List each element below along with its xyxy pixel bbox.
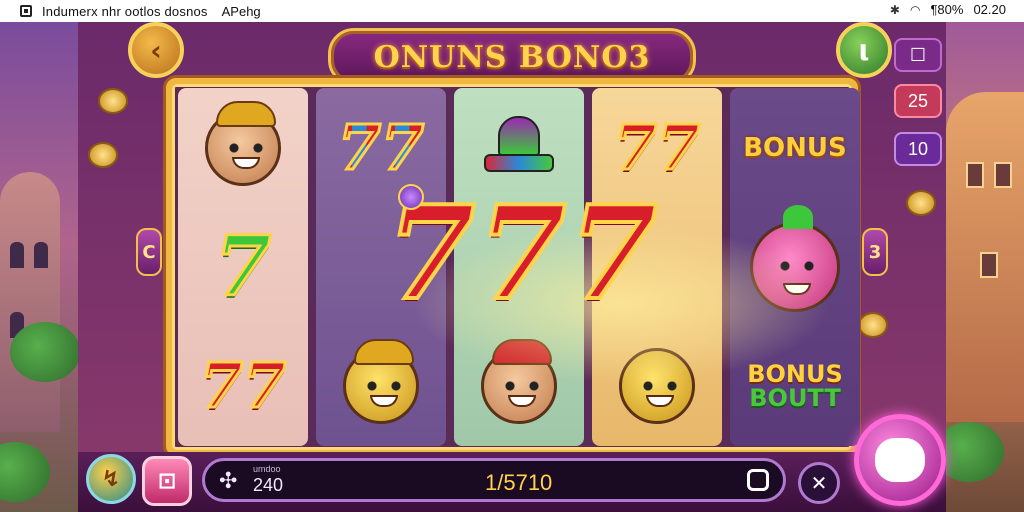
winning-sevens: 7 7 7 [332, 184, 712, 324]
reel-frame: 7 7 7 7 7 7 7 BONUS BONUS BOUTT 7 7 7 [166, 78, 860, 456]
info-button[interactable]: ι [836, 22, 892, 78]
seven-symbol-big: 7 [567, 179, 660, 329]
left-scenery [0, 22, 80, 512]
account-label: APehg [221, 3, 261, 19]
seven-symbol: 7 [612, 110, 658, 184]
gem-icon [398, 184, 424, 210]
app-title: Indumerx nhr ootlos dosnos [42, 3, 208, 19]
app-icon [20, 5, 32, 17]
house-illustration [946, 92, 1024, 422]
coin-decoration [98, 88, 128, 114]
slot-machine: ‹ ONUNS BONO3 ι ☐ 25 10 C 3 7 7 7 7 7 7 … [78, 22, 946, 512]
symbol-gold-hat-face [326, 336, 436, 436]
right-scenery [934, 22, 1024, 512]
bet-label: umdoo [253, 464, 281, 474]
bonus-bout-symbol: BONUS BOUTT [747, 362, 843, 410]
window-decoration [34, 242, 48, 268]
bet-win-panel: ✣ umdoo 240 1/5710 [202, 458, 786, 502]
bonus-symbol: BONUS [743, 132, 847, 163]
bonus-bout-line2: BOUTT [749, 384, 841, 413]
stop-icon[interactable] [747, 469, 769, 491]
reel-1: 7 7 7 [178, 88, 308, 446]
seven-symbol: 7 [379, 110, 425, 184]
paytable-button[interactable]: ⊡ [142, 456, 192, 506]
seven-symbol: 7 [241, 349, 287, 423]
menu-icon: ☐ [909, 44, 927, 65]
seven-symbol: 7 [655, 110, 701, 184]
tower-illustration [0, 172, 60, 432]
coin-decoration [906, 190, 936, 216]
bluetooth-icon: ✱ [889, 2, 900, 17]
turbo-button[interactable]: ✕ [798, 462, 840, 504]
window-decoration [10, 242, 24, 268]
autoplay-icon: ↯ [101, 466, 121, 492]
coin-decoration [88, 142, 118, 168]
bet-value: 240 [253, 475, 284, 495]
wild-hat-icon [484, 115, 554, 180]
game-title: ONUNS BONO3 [373, 39, 651, 75]
badge-value: 10 [907, 138, 929, 159]
seven-symbol: 7 [213, 218, 273, 315]
symbol-bonus: BONUS [740, 98, 850, 198]
window-decoration [980, 252, 998, 278]
seven-symbol-big: 7 [475, 179, 568, 329]
side-lines-indicator-right: 3 [862, 228, 888, 276]
seven-symbol: 7 [336, 110, 382, 184]
symbol-seven-multi: 7 7 [188, 336, 298, 436]
bottom-control-bar: ↯ ⊡ ✣ umdoo 240 1/5710 ✕ [78, 452, 946, 512]
back-button[interactable]: ‹ [128, 22, 184, 78]
battery-level: ¶80% [930, 2, 964, 17]
side-left-label: C [142, 241, 156, 263]
coin-decoration [858, 312, 888, 338]
gold-face-icon [343, 339, 419, 425]
wifi-icon: ◠ [909, 2, 921, 17]
symbol-seven-green: 7 [188, 217, 298, 317]
seven-symbol-big: 7 [384, 179, 477, 329]
side-right-label: 3 [868, 241, 882, 263]
chevron-left-icon: ‹ [150, 33, 162, 67]
window-decoration [966, 162, 984, 188]
spin-button[interactable] [854, 414, 946, 506]
turbo-icon: ✕ [810, 471, 828, 495]
symbol-tan-face [188, 98, 298, 198]
side-badge-25[interactable]: 25 [894, 84, 942, 118]
win-value: 1/5710 [485, 470, 553, 495]
lines-icon[interactable]: ✣ [219, 469, 237, 494]
badge-value: 25 [907, 90, 929, 111]
status-bar: Indumerx nhr ootlos dosnos APehg ✱ ◠ ¶80… [0, 0, 1024, 22]
plant-decoration [10, 322, 80, 382]
hat-icon [354, 339, 414, 366]
side-badge-10[interactable]: 10 [894, 132, 942, 166]
seven-symbol: 7 [198, 349, 244, 423]
window-decoration [994, 162, 1012, 188]
autoplay-button[interactable]: ↯ [86, 454, 136, 504]
bonus-bout-line1: BONUS [747, 360, 843, 389]
spin-icon [875, 438, 925, 482]
menu-button[interactable]: ☐ [894, 38, 942, 72]
paytable-icon: ⊡ [157, 468, 177, 494]
plant-decoration [0, 442, 50, 502]
clock: 02.20 [973, 2, 1006, 17]
info-icon: ι [858, 33, 870, 67]
side-lines-indicator-left: C [136, 228, 162, 276]
miner-face-icon [205, 100, 281, 186]
hat-icon [216, 100, 276, 127]
